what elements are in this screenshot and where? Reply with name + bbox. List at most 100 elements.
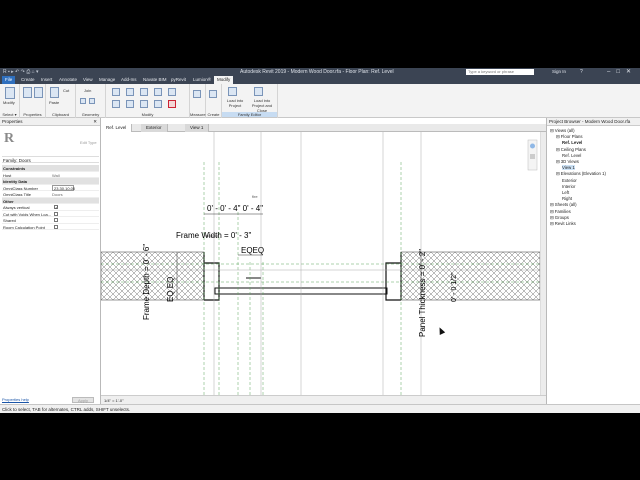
cut-geometry-icon[interactable] [89,98,95,104]
browser-node[interactable]: Right [562,196,572,201]
ribbon-tabs: File Create Insert Annotate View Manage Add-In… [0,76,640,84]
door-frame[interactable] [203,252,402,301]
load-into-project-close-button[interactable]: Load into Project and Close [247,98,277,113]
browser-node[interactable]: ⊟ Views (all) [550,128,575,134]
properties-palette: Properties ✕ R Edit Type Family: Doors C… [0,118,101,404]
floor-plan-canvas[interactable]: 0' - 0' - 4" 0' - 4" fire Frame Width = … [100,132,541,395]
scale-selector[interactable]: 1/4" = 1'-0" [104,398,124,403]
revit-window: R ▪ ▸ ↶ ↷ ⎙ ⌂ ▾ Autodesk Revit 2019 - Mo… [0,68,640,413]
family-type-icon: R [4,131,15,146]
door-plan-drawing[interactable]: 0' - 0' - 4" 0' - 4" fire Frame Width = … [100,132,541,395]
browser-node[interactable]: ⊟ Floor Plans [556,134,583,140]
tab-annotate[interactable]: Annotate [56,76,80,84]
tab-navate-bim[interactable]: Navate BIM [140,76,170,84]
nav-bar[interactable] [527,139,538,171]
cut-button[interactable]: Cut [63,88,69,93]
cope-icon[interactable] [80,98,86,104]
load-close-icon[interactable] [254,87,263,96]
fire-label: fire [252,194,258,199]
browser-node[interactable]: Exterior [562,178,577,183]
apply-button[interactable]: Apply [72,397,94,403]
browser-node[interactable]: Interior [562,184,575,189]
paste-button[interactable]: Paste [49,100,59,105]
align-icon[interactable] [112,88,120,96]
browser-node[interactable]: ⊟ Families [550,209,571,215]
tab-lumion[interactable]: Lumion® [190,76,214,84]
status-bar: Click to select, TAB for alternates, CTR… [0,404,640,413]
property-value: Wall [52,172,60,178]
browser-node[interactable]: ⊟ Groups [550,215,569,221]
properties-title: Properties [2,119,23,124]
frame-depth-label[interactable]: Frame Depth = 0' - 6" [142,244,151,320]
measure-icon[interactable] [193,90,201,98]
view-tab-ref-level[interactable]: Ref. Level [101,124,133,132]
move-icon[interactable] [154,88,162,96]
wall-left[interactable] [100,251,205,301]
right-dim-label[interactable]: 0' - 0 1/2" [451,272,458,302]
tab-add-ins[interactable]: Add-Ins [118,76,140,84]
quick-access-toolbar[interactable]: R ▪ ▸ ↶ ↷ ⎙ ⌂ ▾ [3,69,39,75]
property-checkbox[interactable]: ✓ [54,205,58,210]
modify-arrow-icon[interactable] [5,87,15,99]
drawing-area: Ref. Level Exterior View 1 0' - 0' - 4" … [100,118,546,404]
browser-node[interactable]: View 1 [562,165,575,171]
browser-node[interactable]: Ref. Level [562,140,582,145]
split-icon[interactable] [126,100,134,108]
view-tab-view-1[interactable]: View 1 [185,124,210,132]
modify-button[interactable]: Modify [3,100,15,105]
browser-node[interactable]: ⊟ Elevations (Elevation 1) [556,171,606,177]
create-similar-icon[interactable] [209,90,217,98]
search-input[interactable]: Type a keyword or phrase [466,69,534,75]
tab-modify[interactable]: Modify [214,76,234,84]
properties-help-link[interactable]: Properties help [2,397,29,402]
ribbon-group-select: Modify Select ▾ [0,84,20,118]
ribbon-group-label: Create [207,112,220,117]
browser-node[interactable]: ⊟ Ceiling Plans [556,147,586,153]
tab-manage[interactable]: Manage [96,76,118,84]
ribbon-group-label: Properties [23,112,42,117]
edit-type-button[interactable]: Edit Type [80,140,97,145]
browser-node[interactable]: Ref. Level [562,153,581,158]
eq-left-label[interactable]: EQ EQ [166,277,175,302]
load-into-project-button[interactable]: Load into Project [224,98,246,108]
browser-node[interactable]: ⊟ Revit Links [550,221,576,227]
browser-node[interactable]: ⊟ Sheets (all) [550,202,577,208]
help-icon[interactable]: ? [580,69,583,75]
offset-icon[interactable] [126,88,134,96]
property-label: Cut with Voids When Loa... [3,211,52,217]
mirror-icon[interactable] [140,88,148,96]
frame-width-label[interactable]: Frame Width = 0' - 3" [176,231,251,240]
tab-insert[interactable]: Insert [38,76,55,84]
browser-node[interactable]: ⊟ 3D Views [556,159,579,165]
family-selector[interactable]: Family: Doors [2,156,99,163]
ribbon-group-label: Geometry [81,112,100,117]
panel-thickness-label[interactable]: Panel Thickness = 0' - 2" [418,249,427,337]
window-title: Autodesk Revit 2019 - Modern Wood Door.r… [240,69,394,75]
property-value[interactable]: 23.30.10.00 [52,184,75,191]
property-checkbox[interactable] [54,218,58,222]
tab-file[interactable]: File [2,76,16,84]
properties-icon[interactable] [23,87,32,98]
tab-pyrevit[interactable]: pyRevit [168,76,189,84]
ribbon-panel: Modify Select ▾ Properties Paste Cut Cli… [0,84,640,118]
rotate-icon[interactable] [168,88,176,96]
tab-view[interactable]: View [80,76,96,84]
paste-icon[interactable] [50,87,59,98]
scale-icon[interactable] [154,100,162,108]
eqeq-label[interactable]: EQEQ [241,246,264,255]
sign-in-button[interactable]: Sign In [552,69,566,74]
window-controls[interactable]: –□✕ [607,68,637,75]
property-checkbox[interactable] [54,211,58,216]
type-properties-icon[interactable] [34,87,43,98]
property-checkbox[interactable] [54,224,58,229]
view-tab-exterior[interactable]: Exterior [141,124,168,132]
trim-icon[interactable] [112,100,120,108]
browser-node[interactable]: Left [562,190,569,195]
array-icon[interactable] [140,100,148,108]
delete-icon[interactable] [168,100,176,108]
join-button[interactable]: Join [84,88,91,93]
dim-top-label[interactable]: 0' - 0' - 4" 0' - 4" [207,204,263,213]
close-icon[interactable]: ✕ [93,119,97,125]
tab-create[interactable]: Create [18,76,38,84]
load-project-icon[interactable] [228,87,237,96]
